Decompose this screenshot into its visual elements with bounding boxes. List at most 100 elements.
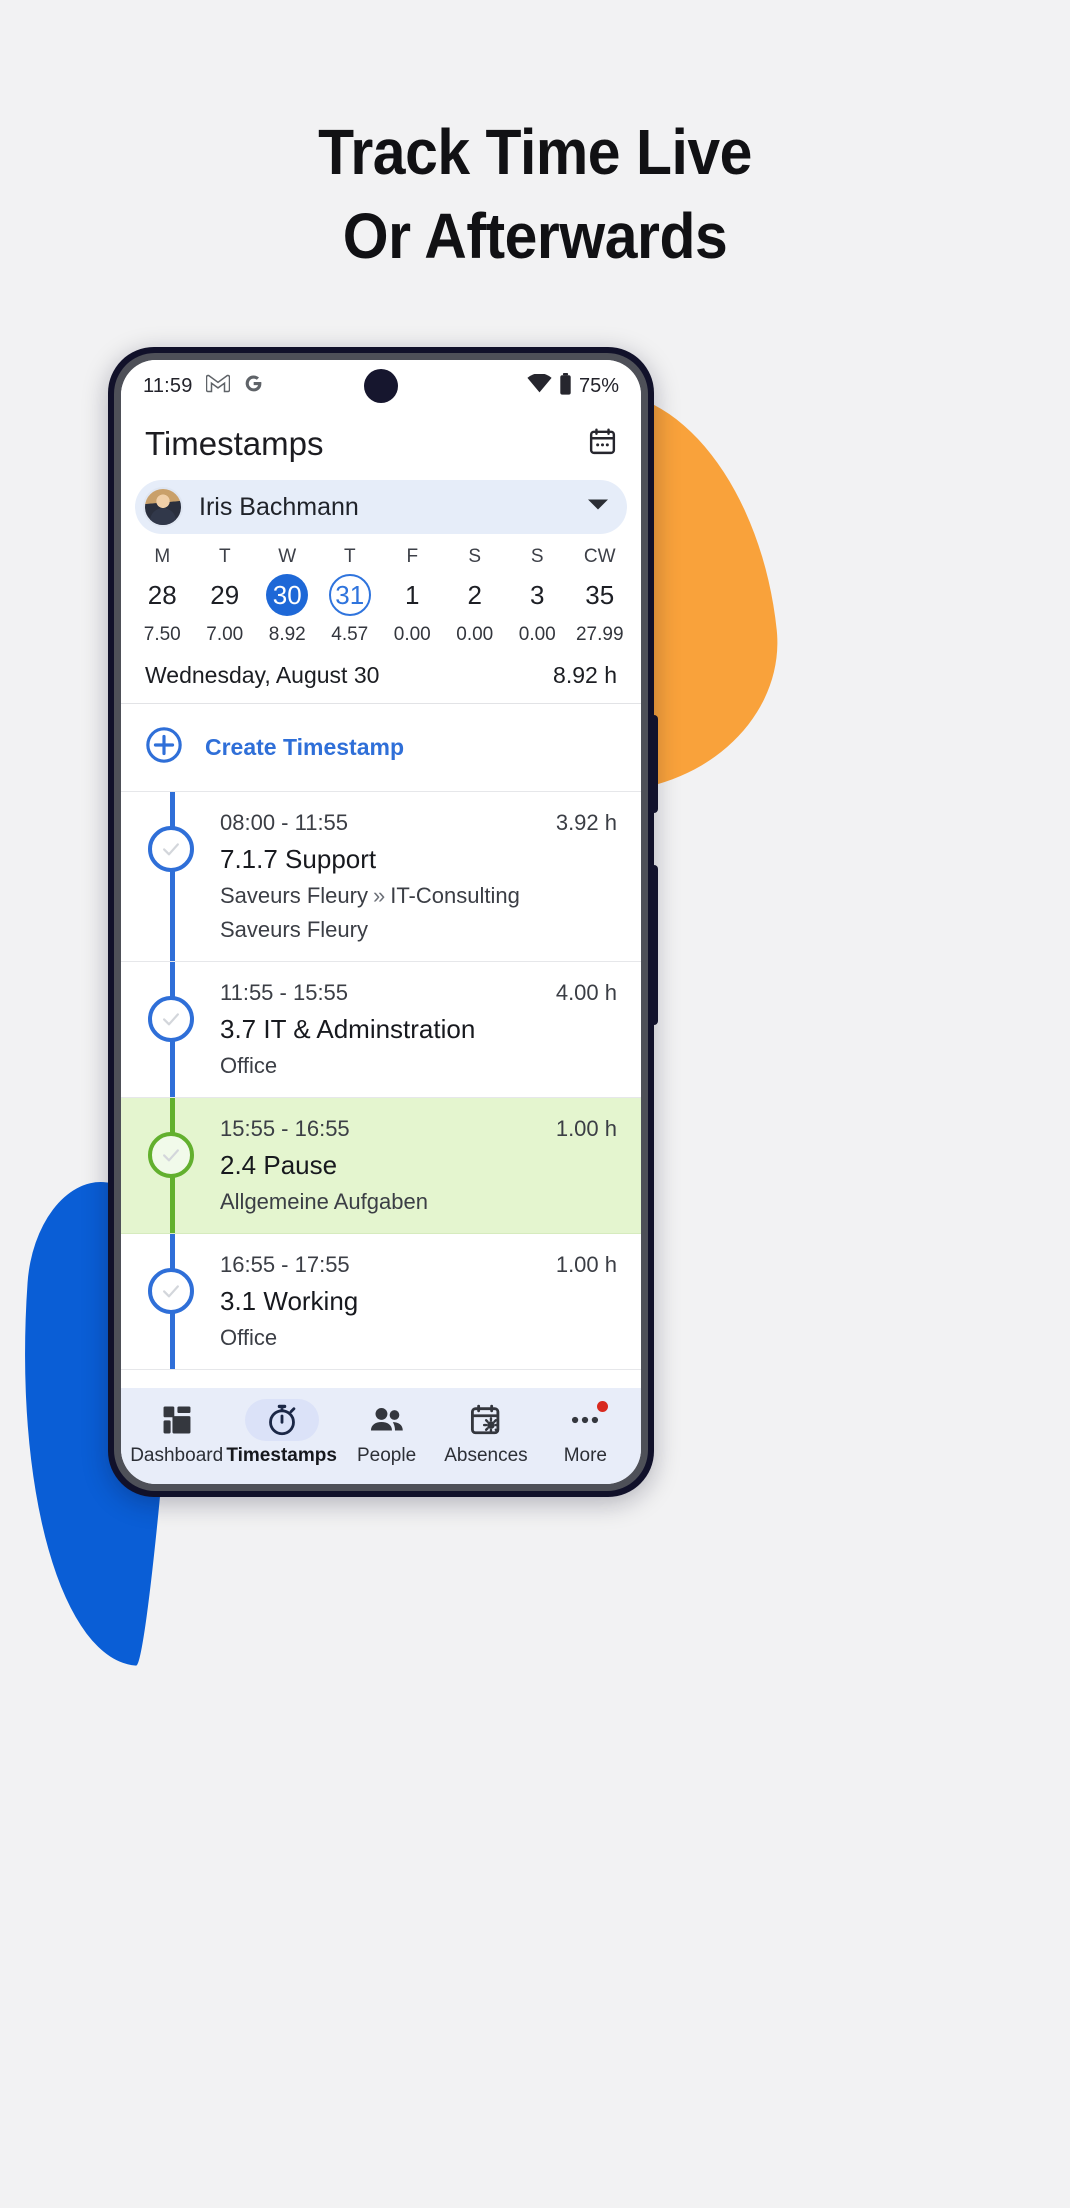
avatar (143, 487, 183, 527)
nav-item-more[interactable]: More (536, 1399, 635, 1467)
nav-item-label: People (357, 1445, 417, 1466)
week-day-hours: 0.00 (456, 624, 494, 645)
plus-circle-icon (145, 726, 183, 769)
week-day-number[interactable]: 3 (516, 574, 558, 616)
week-day-30[interactable]: W 30 8.92 (256, 546, 319, 646)
stopwatch-icon[interactable] (244, 1399, 319, 1441)
timestamp-list: Create Timestamp 08:00 - 11:55 3.92 h 7.1.… (121, 704, 641, 1388)
app-bar: Timestamps (121, 412, 641, 476)
entry-meta-separator: » (372, 883, 386, 908)
week-day-letter: T (343, 546, 356, 567)
week-day-2[interactable]: S 2 0.00 (444, 546, 507, 646)
week-day-number[interactable]: 29 (204, 574, 246, 616)
entry-duration: 1.00 h (555, 1252, 617, 1277)
week-day-number[interactable]: 35 (579, 574, 621, 616)
entry-task-name: 2.4 Pause (220, 1150, 338, 1180)
status-bar: 11:59 75% (121, 360, 641, 412)
user-selector[interactable]: Iris Bachmann (135, 480, 627, 534)
volume-button[interactable] (650, 865, 658, 1025)
week-day-31[interactable]: T 31 4.57 (319, 546, 382, 646)
entry-meta-line: Office (220, 1053, 617, 1079)
entry-status-check-icon[interactable] (148, 1268, 194, 1314)
nav-item-dashboard[interactable]: Dashboard (127, 1399, 226, 1467)
week-day-hours: 8.92 (268, 624, 306, 645)
week-day-number[interactable]: 28 (141, 574, 183, 616)
entry-status-check-icon[interactable] (148, 1132, 194, 1178)
week-day-number[interactable]: 1 (391, 574, 433, 616)
week-day-35[interactable]: CW 35 27.99 (569, 546, 632, 646)
create-timestamp-row-top[interactable]: Create Timestamp (121, 704, 641, 792)
headline-line-2: Or Afterwards (342, 200, 728, 273)
week-day-hours: 0.00 (393, 624, 431, 645)
wifi-icon (527, 373, 552, 398)
battery-percent: 75% (578, 374, 619, 397)
day-summary: Wednesday, August 30 8.92 h (121, 646, 641, 704)
hero-headline: Track Time Live Or Afterwards (43, 110, 1027, 279)
nav-item-absences[interactable]: Absences (436, 1399, 535, 1467)
week-day-letter: S (530, 546, 544, 567)
week-day-3[interactable]: S 3 0.00 (506, 546, 569, 646)
phone-bezel: 11:59 75% Timestamps Iris Bachmann M 28 … (114, 353, 648, 1491)
more-dots-icon[interactable] (548, 1399, 622, 1441)
entry-time-range: 08:00 - 11:55 (220, 810, 349, 835)
timestamp-entry[interactable]: 08:00 - 11:55 3.92 h 7.1.7 Support Saveurs … (121, 792, 641, 962)
entry-duration: 1.00 h (555, 1116, 617, 1141)
phone-screen: 11:59 75% Timestamps Iris Bachmann M 28 … (121, 360, 641, 1484)
nav-item-timestamps[interactable]: Timestamps (226, 1399, 337, 1467)
entry-meta-second: Saveurs Fleury (220, 917, 368, 942)
nav-item-label: Timestamps (226, 1445, 337, 1466)
headline-line-1: Track Time Live (318, 116, 752, 188)
week-day-hours: 4.57 (331, 624, 369, 645)
calendar-sun-icon[interactable] (449, 1399, 523, 1441)
timestamp-entry[interactable]: 16:55 - 17:55 1.00 h 3.1 Working Office (121, 1234, 641, 1370)
week-day-letter: W (278, 546, 297, 567)
entry-meta-right: IT-Consulting (390, 883, 520, 908)
day-summary-label: Wednesday, August 30 (145, 662, 380, 688)
entry-meta-left: Office (220, 1053, 278, 1078)
week-day-number[interactable]: 31 (328, 574, 371, 616)
timestamp-entry[interactable]: 15:55 - 16:55 1.00 h 2.4 Pause Allgemeine A… (121, 1098, 641, 1234)
nav-item-label: Absences (444, 1445, 528, 1466)
entry-meta-left: Office (220, 1325, 278, 1350)
dashboard-grid-icon[interactable] (140, 1399, 214, 1441)
google-icon (243, 373, 264, 399)
chevron-down-icon[interactable] (587, 498, 609, 517)
week-day-hours: 7.50 (143, 624, 181, 645)
page-title: Timestamps (145, 425, 324, 462)
timeline-rail (170, 792, 175, 961)
week-day-28[interactable]: M 28 7.50 (131, 546, 194, 646)
entry-task-name: 7.1.7 Support (220, 844, 377, 874)
people-icon[interactable] (350, 1399, 424, 1441)
week-day-number[interactable]: 30 (266, 574, 309, 616)
week-day-letter: F (406, 546, 419, 567)
nav-item-label: Dashboard (130, 1445, 224, 1466)
nav-item-label: More (563, 1445, 607, 1466)
week-day-number[interactable]: 2 (454, 574, 496, 616)
week-day-letter: CW (583, 546, 616, 567)
calendar-icon[interactable] (588, 427, 617, 461)
create-timestamp-row-bottom[interactable]: Create Timestamp (121, 1370, 641, 1388)
week-day-hours: 27.99 (575, 624, 624, 645)
week-day-letter: S (468, 546, 482, 567)
bottom-nav: Dashboard Timestamps People Absences More (121, 1388, 641, 1484)
entry-meta-left: Saveurs Fleury (220, 883, 368, 908)
entry-status-check-icon[interactable] (148, 996, 194, 1042)
week-day-1[interactable]: F 1 0.00 (381, 546, 444, 646)
entry-status-check-icon[interactable] (148, 826, 194, 872)
entry-duration: 3.92 h (555, 810, 617, 835)
week-day-letter: M (154, 546, 171, 567)
day-summary-hours: 8.92 h (553, 662, 617, 688)
camera-punch-hole (364, 369, 398, 403)
week-day-letter: T (218, 546, 231, 567)
power-button[interactable] (650, 715, 658, 813)
week-day-hours: 0.00 (518, 624, 556, 645)
entry-task-name: 3.7 IT & Adminstration (220, 1014, 476, 1044)
entry-time-range: 16:55 - 17:55 (220, 1252, 350, 1277)
nav-item-people[interactable]: People (337, 1399, 436, 1467)
user-name: Iris Bachmann (199, 492, 359, 521)
phone-mockup: 11:59 75% Timestamps Iris Bachmann M 28 … (108, 347, 658, 1497)
entry-duration: 4.00 h (555, 980, 617, 1005)
week-day-29[interactable]: T 29 7.00 (194, 546, 257, 646)
timestamp-entry[interactable]: 11:55 - 15:55 4.00 h 3.7 IT & Adminstratio… (121, 962, 641, 1098)
entry-meta-line: Office (220, 1325, 617, 1351)
